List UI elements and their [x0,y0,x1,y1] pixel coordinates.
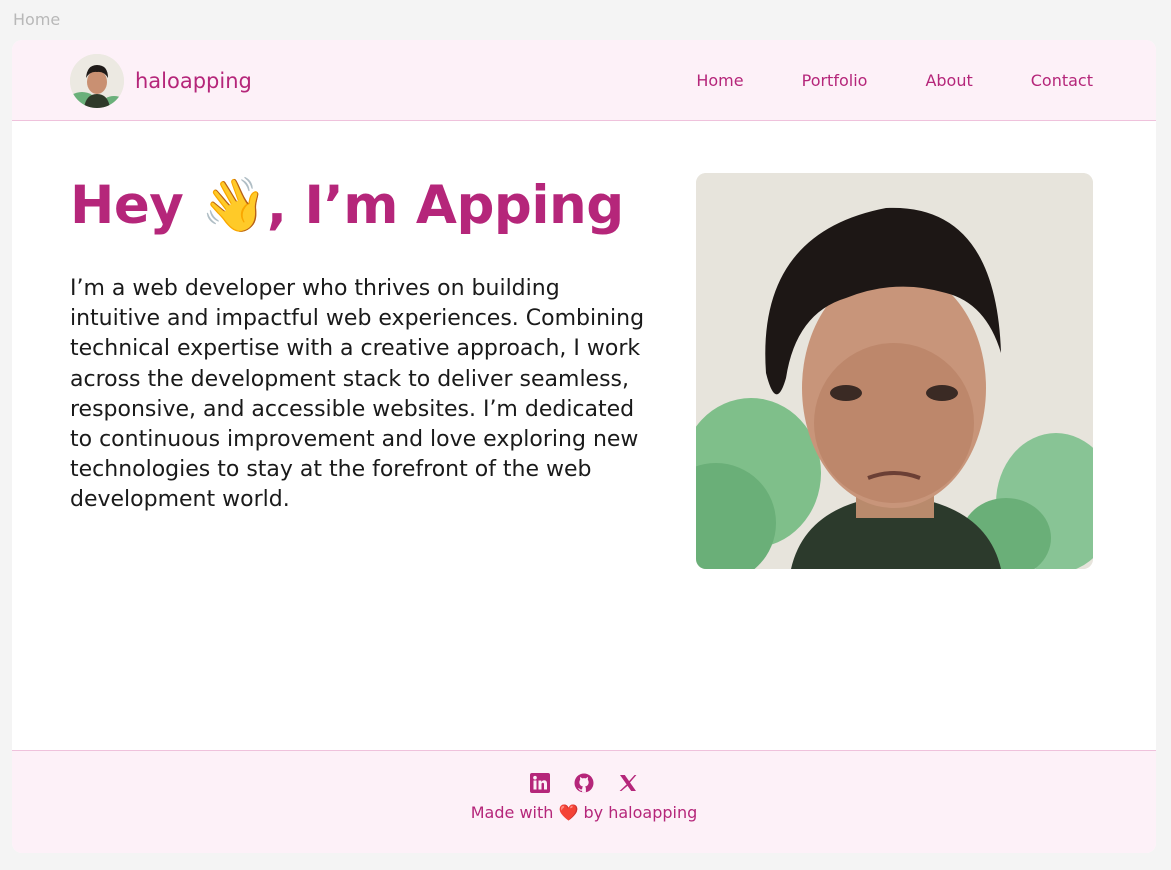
nav-portfolio[interactable]: Portfolio [802,71,868,90]
hero-title: Hey 👋, I’m Apping [70,174,624,236]
avatar [70,54,124,108]
footer-credit-suffix: by haloapping [578,803,698,822]
avatar-image [70,54,124,108]
github-icon[interactable] [574,773,594,793]
heart-icon: ❤️ [558,803,579,822]
nav-contact[interactable]: Contact [1031,71,1093,90]
nav-about[interactable]: About [925,71,972,90]
profile-photo [696,173,1093,569]
social-links [12,773,1156,793]
wave-icon: 👋 [201,175,267,236]
nav-home[interactable]: Home [696,71,743,90]
main-nav: Home Portfolio About Contact [638,71,1093,90]
page-frame: haloapping Home Portfolio About Contact … [12,40,1156,853]
brand-name: haloapping [135,69,252,93]
footer-credit-prefix: Made with [470,803,559,822]
site-header: haloapping Home Portfolio About Contact [12,40,1156,121]
browser-tab-label: Home [13,10,61,29]
site-footer: Made with ❤️ by haloapping [12,750,1156,853]
footer-credit: Made with ❤️ by haloapping [12,803,1156,822]
linkedin-icon[interactable] [530,773,550,793]
hero-title-prefix: Hey [70,175,202,236]
profile-photo-image [696,173,1093,569]
brand[interactable]: haloapping [70,54,252,108]
hero-description: I’m a web developer who thrives on build… [70,276,645,513]
hero-title-suffix: , I’m Apping [266,175,624,236]
x-icon[interactable] [618,773,638,793]
